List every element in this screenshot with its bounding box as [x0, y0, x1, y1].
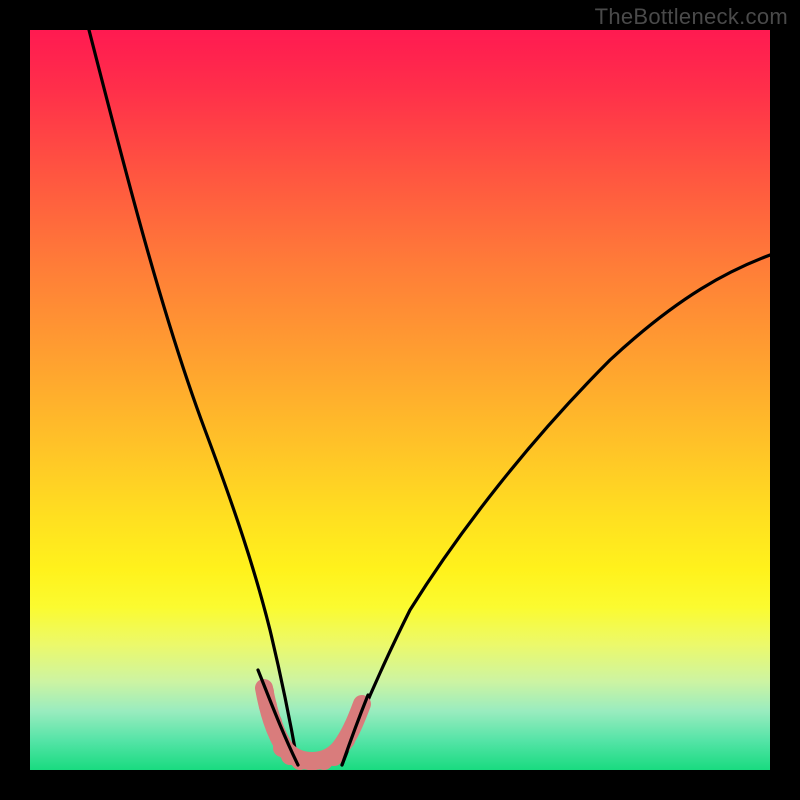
chart-svg: [30, 30, 770, 770]
left-curve-line: [89, 30, 298, 765]
right-curve-line: [342, 255, 770, 765]
watermark-text: TheBottleneck.com: [595, 4, 788, 30]
plot-area: [30, 30, 770, 770]
valley-scatter-overlay: [256, 683, 368, 770]
chart-frame: TheBottleneck.com: [0, 0, 800, 800]
